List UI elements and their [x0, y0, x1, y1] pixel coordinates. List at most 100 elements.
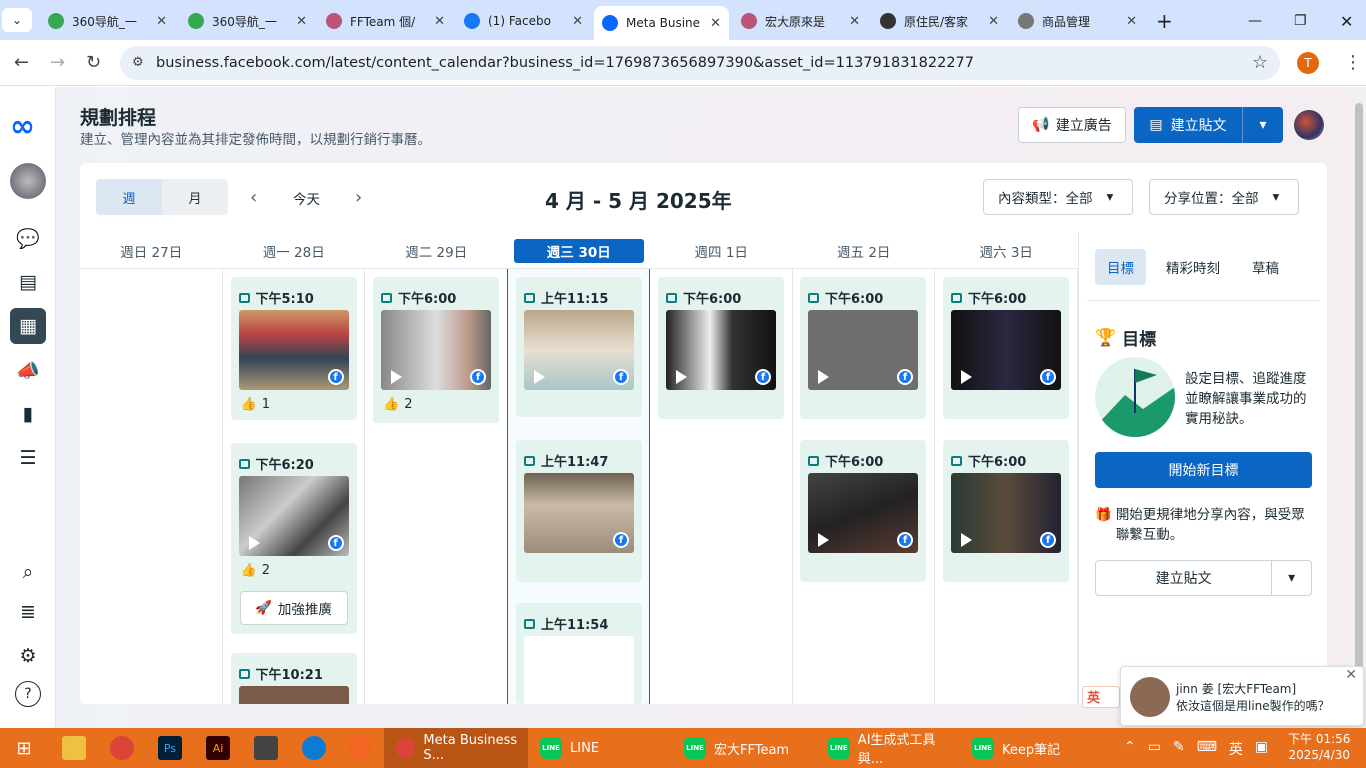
close-icon[interactable]: ✕ [1345, 667, 1357, 683]
taskbar-item[interactable]: LINE 宏大FFTeam [672, 728, 816, 768]
scrollbar-thumb[interactable] [1355, 103, 1363, 703]
profile-avatar[interactable]: T [1297, 52, 1319, 74]
file-explorer-icon[interactable] [62, 736, 86, 760]
url-bar[interactable]: ⚙ business.facebook.com/latest/content_c… [120, 46, 1280, 80]
gear-icon[interactable]: ⚙ [10, 638, 46, 674]
app-tray-icon[interactable]: ▣ [1255, 739, 1268, 759]
chevron-left-icon[interactable]: ‹ [250, 187, 257, 208]
new-tab-button[interactable]: + [1148, 6, 1181, 36]
taskbar-item[interactable]: LINE LINE [528, 728, 672, 768]
close-icon[interactable]: ✕ [296, 14, 307, 29]
help-icon[interactable]: ? [15, 681, 41, 707]
scheduled-post[interactable]: 下午10:21 [230, 653, 357, 704]
post-thumbnail[interactable]: f [808, 473, 918, 553]
search-icon[interactable]: ⌕ [10, 554, 46, 590]
browser-tab[interactable]: 原住民/客家 ✕ [872, 6, 1007, 36]
scheduled-post[interactable]: 下午6:00 f [943, 277, 1069, 419]
edge-icon[interactable] [302, 736, 326, 760]
keyboard-icon[interactable]: ⌨ [1197, 739, 1217, 759]
post-thumbnail[interactable]: f [524, 310, 634, 390]
scheduled-post[interactable]: 上午11:47 f [516, 440, 642, 582]
chevron-down-icon[interactable]: ▾ [1242, 107, 1283, 143]
today-button[interactable]: 今天 [293, 188, 320, 208]
bookmark-star-icon[interactable]: ☆ [1252, 52, 1268, 73]
menu-icon[interactable]: ☰ [10, 440, 46, 476]
browser-tab[interactable]: 宏大原來是 ✕ [733, 6, 868, 36]
post-thumbnail[interactable]: f [951, 310, 1061, 390]
photoshop-icon[interactable]: Ps [158, 736, 182, 760]
post-thumbnail[interactable]: f [951, 473, 1061, 553]
taskbar-item[interactable]: LINE AI生成式工具與... [816, 728, 960, 768]
restore-button[interactable]: ❐ [1286, 6, 1315, 36]
scheduled-post[interactable]: 上午11:15 f [516, 277, 642, 417]
page-avatar[interactable] [1294, 110, 1324, 140]
scheduled-post[interactable]: 上午11:54 [516, 603, 642, 704]
post-thumbnail[interactable]: f [808, 310, 918, 390]
forward-arrow-icon[interactable]: → [50, 52, 65, 73]
create-post-button[interactable]: ▤ 建立貼文 ▾ [1134, 107, 1283, 143]
clock[interactable]: 下午 01:56 2025/4/30 [1288, 731, 1350, 763]
view-week-button[interactable]: 週 [96, 179, 162, 215]
post-thumbnail[interactable]: f [381, 310, 491, 390]
ime-icon[interactable]: 英 [1229, 739, 1243, 759]
network-icon[interactable]: ▭ [1148, 739, 1161, 759]
close-icon[interactable]: ✕ [849, 14, 860, 29]
site-info-icon[interactable]: ⚙ [132, 55, 144, 70]
caret-down-icon[interactable]: ▾ [1271, 561, 1311, 595]
chevron-up-icon[interactable]: ⌃ [1124, 739, 1136, 759]
close-icon[interactable]: ✕ [710, 16, 721, 31]
scheduled-post[interactable]: 下午6:00 f [800, 277, 926, 419]
scheduled-post[interactable]: 下午6:00 f [800, 440, 926, 582]
camera-icon[interactable] [254, 736, 278, 760]
chat-icon[interactable]: 💬 [10, 220, 46, 256]
taskbar-item-active[interactable]: Meta Business S... [384, 728, 528, 768]
chevron-right-icon[interactable]: › [355, 187, 362, 208]
chat-notification[interactable]: jinn 姜 [宏大FFTeam] 依汝這個是用line製作的嗎？ ✕ [1120, 666, 1364, 726]
tab-search-button[interactable]: ⌄ [2, 8, 32, 32]
content-type-filter[interactable]: 內容類型：全部 ▾ [983, 179, 1133, 215]
create-post-secondary-button[interactable]: 建立貼文 ▾ [1095, 560, 1312, 596]
reload-icon[interactable]: ↻ [86, 52, 101, 73]
scheduled-post[interactable]: 下午6:20 f 👍 2 🚀 加強推廣 [230, 443, 357, 634]
browser-tab[interactable]: FFTeam 個/✕ [318, 6, 453, 36]
browser-tab[interactable]: 商品管理 ✕ [1010, 6, 1145, 36]
create-ad-button[interactable]: 📢 建立廣告 [1018, 107, 1126, 143]
more-menu-icon[interactable]: ⋮ [1344, 52, 1362, 73]
account-avatar[interactable] [10, 163, 46, 199]
browser-tab-active[interactable]: Meta Busine ✕ [594, 6, 729, 40]
close-icon[interactable]: ✕ [1126, 14, 1137, 29]
illustrator-icon[interactable]: Ai [206, 736, 230, 760]
tab-highlights[interactable]: 精彩時刻 [1154, 249, 1232, 285]
post-thumbnail[interactable]: f [238, 476, 349, 556]
chrome-icon[interactable] [110, 736, 134, 760]
window-close-button[interactable]: ✕ [1332, 6, 1361, 36]
calendar-icon[interactable]: ▦ [10, 308, 46, 344]
browser-tab[interactable]: 360导航_一 ✕ [180, 6, 315, 36]
close-icon[interactable]: ✕ [572, 14, 583, 29]
close-icon[interactable]: ✕ [988, 14, 999, 29]
list-icon[interactable]: ≣ [10, 594, 46, 630]
tab-drafts[interactable]: 草稿 [1240, 249, 1291, 285]
meta-logo-icon[interactable]: ∞ [10, 109, 35, 144]
taskbar-item[interactable]: LINE Keep筆記 [960, 728, 1104, 768]
app-icon[interactable] [348, 736, 372, 760]
post-thumbnail[interactable]: f [666, 310, 776, 390]
scheduled-post[interactable]: 下午6:00 f [943, 440, 1069, 582]
close-icon[interactable]: ✕ [434, 14, 445, 29]
close-icon[interactable]: ✕ [156, 14, 167, 29]
post-thumbnail[interactable] [524, 636, 634, 704]
pen-icon[interactable]: ✎ [1173, 739, 1185, 759]
share-location-filter[interactable]: 分享位置：全部 ▾ [1149, 179, 1299, 215]
page-scrollbar[interactable] [1352, 87, 1366, 728]
post-thumbnail[interactable] [238, 686, 349, 704]
minimize-button[interactable]: — [1240, 6, 1270, 36]
scheduled-post[interactable]: 下午6:00 f 👍 2 [373, 277, 499, 423]
content-icon[interactable]: ▤ [10, 264, 46, 300]
insights-icon[interactable]: ▮ [10, 396, 46, 432]
browser-tab[interactable]: 360导航_一 ✕ [40, 6, 175, 36]
post-thumbnail[interactable]: f [524, 473, 634, 553]
scheduled-post[interactable]: 下午5:10 f 👍 1 [230, 277, 357, 420]
back-arrow-icon[interactable]: ← [14, 52, 29, 73]
boost-button[interactable]: 🚀 加強推廣 [239, 591, 348, 625]
scheduled-post[interactable]: 下午6:00 f [658, 277, 784, 419]
